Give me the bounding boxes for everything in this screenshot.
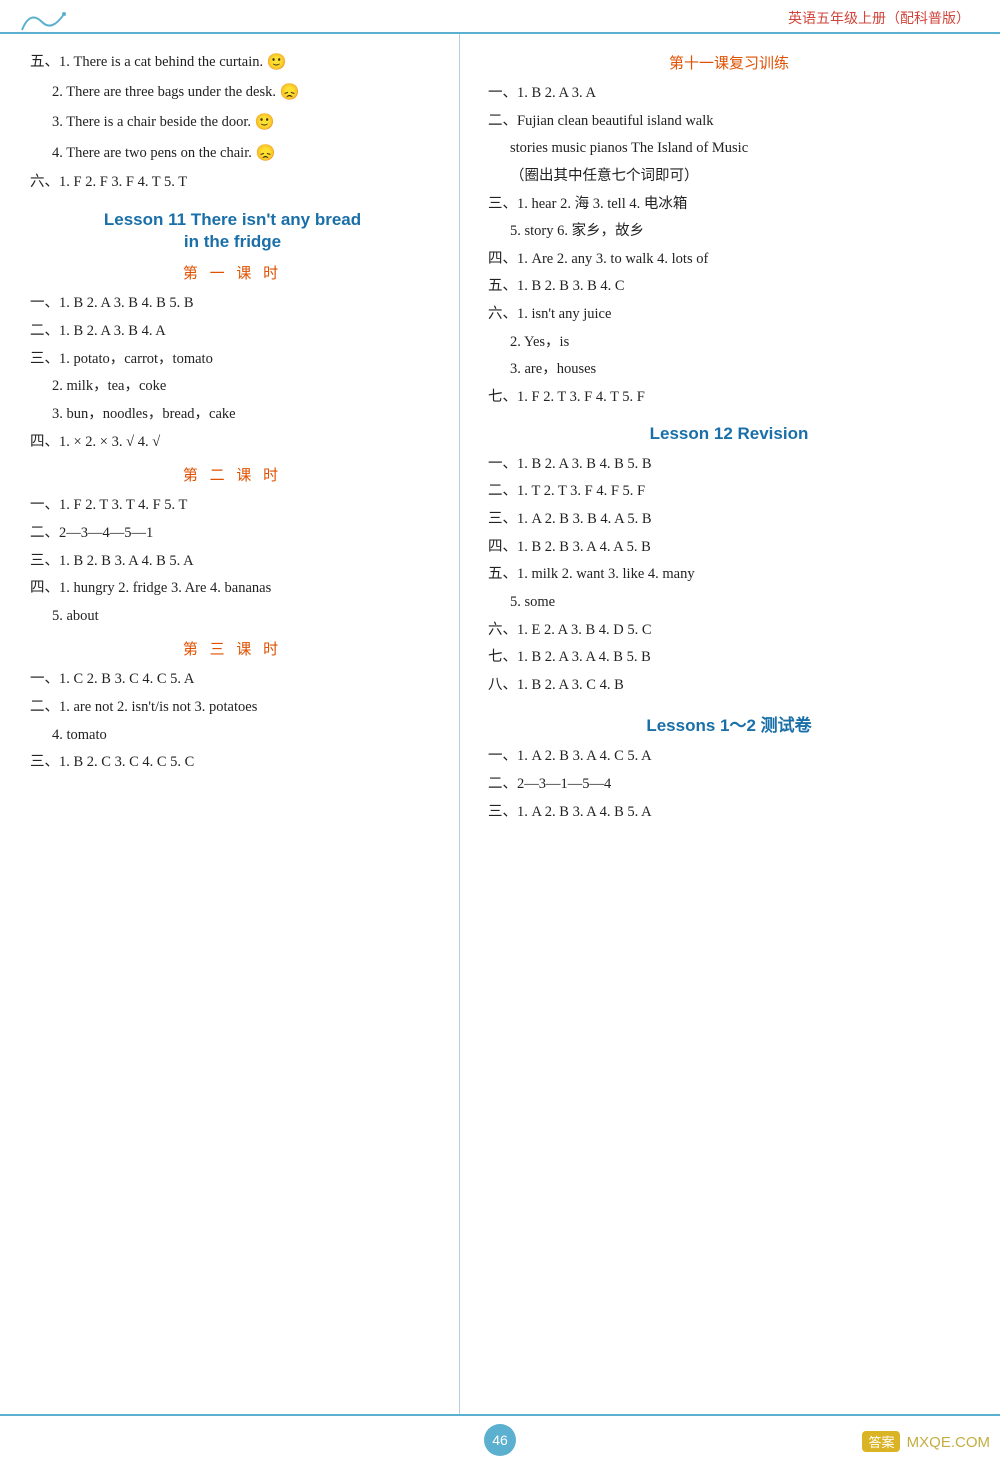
face-2: 😞 [280, 79, 300, 106]
main-content: 五、1. There is a cat behind the curtain. … [0, 34, 1000, 1414]
r1-er: 二、Fujian clean beautiful island walk [482, 109, 976, 134]
r1-san: 三、1. hear 2. 海 3. tell 4. 电冰箱 [482, 192, 976, 217]
p2-yi: 一、1. F 2. T 3. T 4. F 5. T [24, 493, 441, 518]
section-6-label: 六 [30, 174, 45, 190]
p2-er: 二、2—3—4—5—1 [24, 521, 441, 546]
l12-er: 二、1. T 2. T 3. F 4. F 5. F [482, 479, 976, 504]
section-5-header: 五、1. There is a cat behind the curtain. … [24, 49, 441, 76]
watermark-logo: 答案 [862, 1431, 900, 1452]
lesson-11-title: Lesson 11 There isn't any bread [24, 210, 441, 230]
r1-er-2: stories music pianos The Island of Music [482, 136, 976, 161]
p1-san-3: 3. bun，noodles，bread，cake [24, 402, 441, 427]
review-section-title: 第十一课复习训练 [482, 52, 976, 73]
lt-er: 二、2—3—1—5—4 [482, 772, 976, 797]
page-number: 46 [484, 1424, 516, 1456]
face-3: 🙂 [255, 109, 275, 136]
p1-si: 四、1. × 2. × 3. √ 4. √ [24, 430, 441, 455]
r1-wu: 五、1. B 2. B 3. B 4. C [482, 274, 976, 299]
period-3-heading: 第 三 课 时 [24, 638, 441, 659]
p2-si-5: 5. about [24, 604, 441, 629]
p3-yi: 一、1. C 2. B 3. C 4. C 5. A [24, 667, 441, 692]
l12-wu-5: 5. some [482, 590, 976, 615]
book-title: 英语五年级上册（配科普版） [788, 8, 970, 28]
face-4: 😞 [255, 140, 275, 167]
lt-san: 三、1. A 2. B 3. A 4. B 5. A [482, 800, 976, 825]
l12-ba: 八、1. B 2. A 3. C 4. B [482, 673, 976, 698]
r1-liu: 六、1. isn't any juice [482, 302, 976, 327]
lt-yi: 一、1. A 2. B 3. A 4. C 5. A [482, 744, 976, 769]
r1-er-3: （圈出其中任意七个词即可） [482, 164, 976, 189]
p3-er-4: 4. tomato [24, 723, 441, 748]
face-1: 🙂 [267, 49, 287, 76]
top-left-decoration [20, 8, 70, 41]
p3-san: 三、1. B 2. C 3. C 4. C 5. C [24, 750, 441, 775]
watermark: 答案 MXQE.COM [862, 1431, 990, 1452]
r1-san-2: 5. story 6. 家乡，故乡 [482, 219, 976, 244]
r1-liu-2: 2. Yes，is [482, 330, 976, 355]
section-5-item3: 3. There is a chair beside the door. 🙂 [24, 109, 441, 136]
p3-er: 二、1. are not 2. isn't/is not 3. potatoes [24, 695, 441, 720]
p1-yi: 一、1. B 2. A 3. B 4. B 5. B [24, 291, 441, 316]
section-5-item4: 4. There are two pens on the chair. 😞 [24, 140, 441, 167]
p2-san: 三、1. B 2. B 3. A 4. B 5. A [24, 549, 441, 574]
l12-yi: 一、1. B 2. A 3. B 4. B 5. B [482, 452, 976, 477]
r1-liu-3: 3. are，houses [482, 357, 976, 382]
period-2-heading: 第 二 课 时 [24, 464, 441, 485]
l12-liu: 六、1. E 2. A 3. B 4. D 5. C [482, 618, 976, 643]
watermark-text: MXQE.COM [907, 1434, 990, 1451]
r1-yi: 一、1. B 2. A 3. A [482, 81, 976, 106]
top-bar: 英语五年级上册（配科普版） [0, 0, 1000, 34]
lessons-test-title: Lessons 1～2 测试卷 [482, 711, 976, 736]
r1-qi: 七、1. F 2. T 3. F 4. T 5. F [482, 385, 976, 410]
l12-wu: 五、1. milk 2. want 3. like 4. many [482, 562, 976, 587]
lesson-11-title-sub: in the fridge [24, 232, 441, 252]
page: 英语五年级上册（配科普版） 五、1. There is a cat behind… [0, 0, 1000, 1460]
right-column: 第十一课复习训练 一、1. B 2. A 3. A 二、Fujian clean… [460, 34, 1000, 1414]
section-6: 六、1. F 2. F 3. F 4. T 5. T [24, 170, 441, 195]
section-5-item2: 2. There are three bags under the desk. … [24, 79, 441, 106]
r1-si: 四、1. Are 2. any 3. to walk 4. lots of [482, 247, 976, 272]
left-column: 五、1. There is a cat behind the curtain. … [0, 34, 460, 1414]
l12-si: 四、1. B 2. B 3. A 4. A 5. B [482, 535, 976, 560]
p2-si: 四、1. hungry 2. fridge 3. Are 4. bananas [24, 576, 441, 601]
lesson-12-block: Lesson 12 Revision [482, 424, 976, 444]
section-5-item1: 、1. There is a cat behind the curtain. 🙂 [45, 54, 287, 70]
period-1-heading: 第 一 课 时 [24, 262, 441, 283]
lesson-11-block: Lesson 11 There isn't any bread in the f… [24, 210, 441, 252]
lessons-test-block: Lessons 1～2 测试卷 [482, 711, 976, 736]
page-footer: 46 [0, 1414, 1000, 1460]
l12-qi: 七、1. B 2. A 3. A 4. B 5. B [482, 645, 976, 670]
p1-er: 二、1. B 2. A 3. B 4. A [24, 319, 441, 344]
l12-san: 三、1. A 2. B 3. B 4. A 5. B [482, 507, 976, 532]
p1-san-2: 2. milk，tea，coke [24, 374, 441, 399]
p1-san: 三、1. potato，carrot，tomato [24, 347, 441, 372]
section-5-label: 五 [30, 54, 45, 70]
lesson-12-title: Lesson 12 Revision [482, 424, 976, 444]
